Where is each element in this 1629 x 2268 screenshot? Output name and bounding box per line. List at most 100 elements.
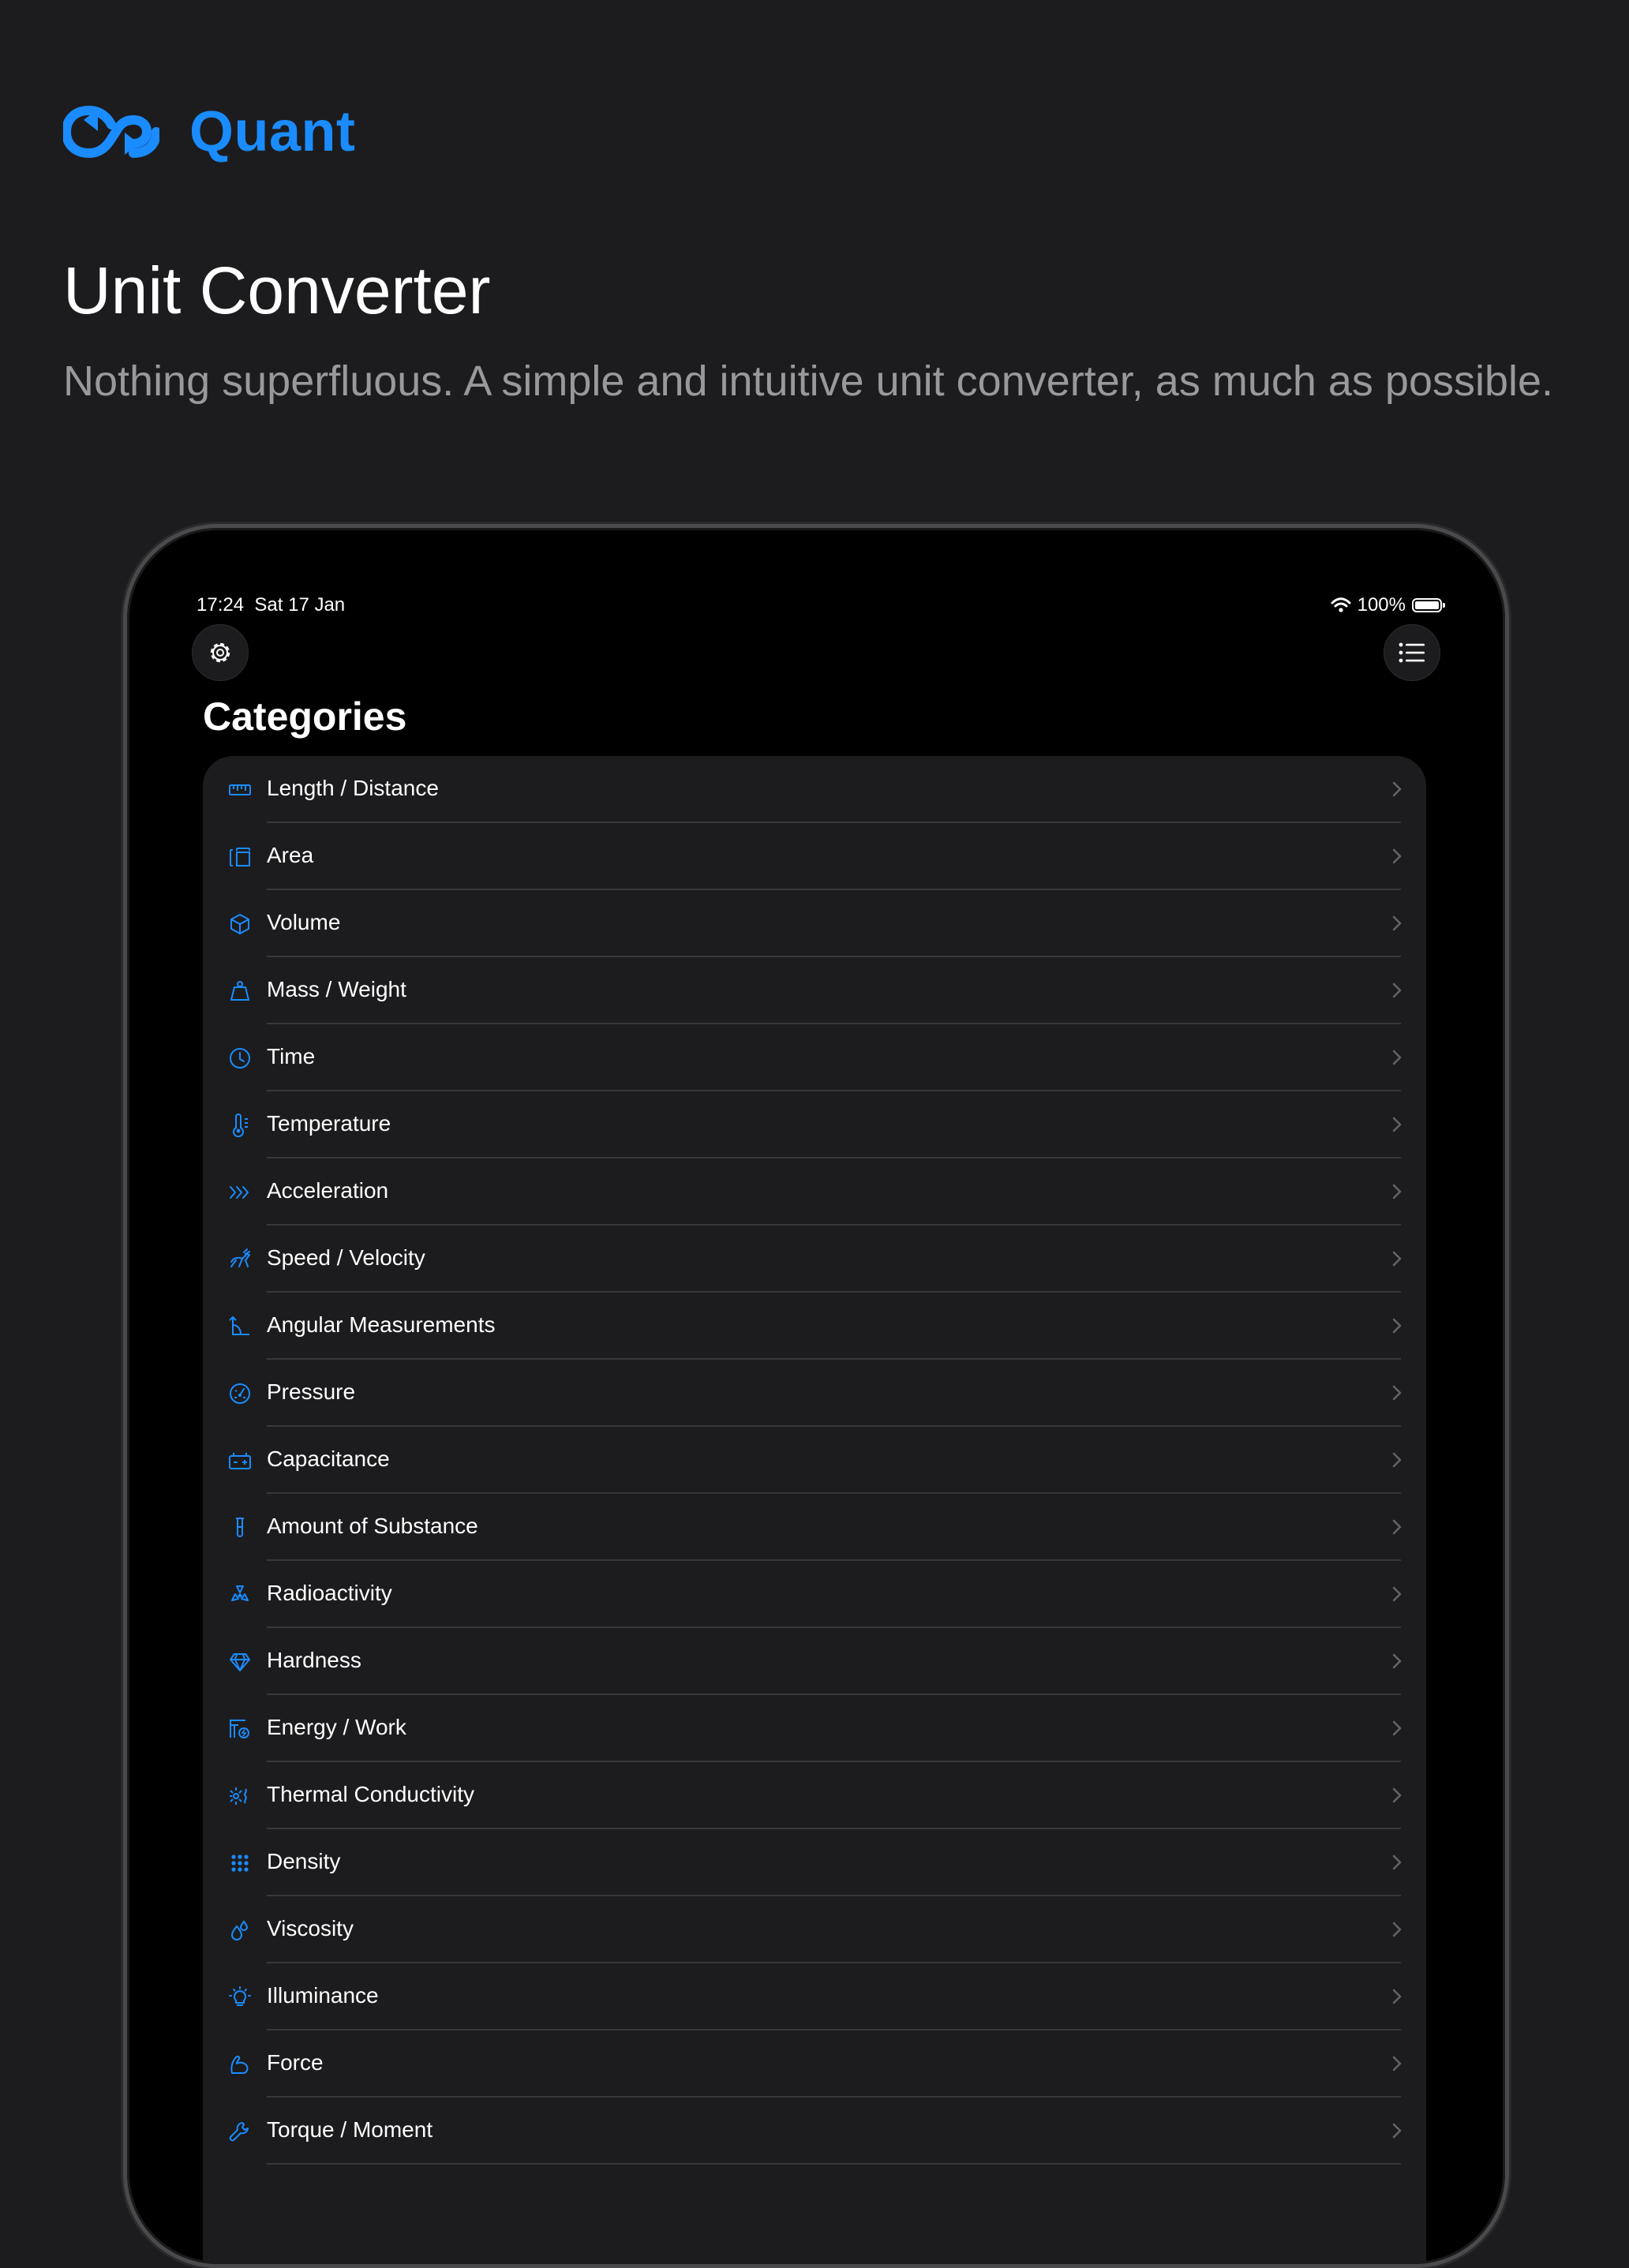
category-row[interactable]: Hardness [203, 1628, 1426, 1695]
energy-icon [230, 1720, 249, 1738]
category-row[interactable]: Energy / Work [203, 1695, 1426, 1762]
category-row[interactable]: Density [203, 1829, 1426, 1896]
chevron-right-icon [1392, 1519, 1402, 1535]
category-row[interactable]: Capacitance [203, 1427, 1426, 1494]
page-headline: Unit Converter [63, 253, 491, 327]
chevron-right-icon [1392, 982, 1402, 998]
list-icon [1399, 642, 1425, 663]
category-row[interactable]: Pressure [203, 1360, 1426, 1427]
chevron-right-icon [1392, 1385, 1402, 1401]
row-separator [267, 2163, 1401, 2165]
chevron-right-icon [1392, 1854, 1402, 1870]
chevrons-right-icon [230, 1186, 249, 1199]
thermometer-icon [233, 1113, 248, 1137]
battery-icon [1412, 598, 1445, 612]
gear-icon [210, 642, 230, 663]
category-label: Mass / Weight [267, 977, 406, 1001]
chevron-right-icon [1392, 1720, 1402, 1736]
gazelle-icon [230, 1248, 250, 1267]
category-row[interactable]: Volume [203, 890, 1426, 957]
drops-icon [230, 1920, 249, 1941]
categories-list: Length / Distance Area Volume Mass / Weight… [203, 756, 1426, 2264]
category-label: Torque / Moment [267, 2117, 433, 2142]
ruler-icon [229, 784, 251, 795]
radiation-icon [231, 1585, 249, 1601]
category-row[interactable]: Angular Measurements [203, 1293, 1426, 1360]
category-label: Density [267, 1849, 341, 1873]
category-row[interactable]: Viscosity [203, 1896, 1426, 1963]
test-tube-icon [236, 1518, 244, 1537]
chevron-right-icon [1392, 848, 1402, 864]
chevron-right-icon [1392, 1922, 1402, 1937]
gauge-icon [230, 1383, 250, 1404]
category-row[interactable]: Illuminance [203, 1963, 1426, 2030]
chevron-right-icon [1392, 2056, 1402, 2072]
category-label: Volume [267, 910, 341, 934]
chevron-right-icon [1392, 1586, 1402, 1602]
category-label: Hardness [267, 1648, 361, 1672]
category-row[interactable]: Area [203, 823, 1426, 890]
infinity-arrows-icon [63, 106, 159, 158]
area-icon [230, 848, 250, 866]
chevron-right-icon [1392, 1452, 1402, 1468]
clock-icon [230, 1048, 250, 1069]
diamond-icon [230, 1653, 250, 1671]
muscle-icon [230, 2055, 249, 2074]
battery-block-icon [229, 1453, 251, 1469]
category-label: Capacitance [267, 1447, 390, 1471]
category-label: Time [267, 1044, 316, 1069]
category-label: Energy / Work [267, 1715, 406, 1739]
category-row[interactable]: Thermal Conductivity [203, 1762, 1426, 1829]
category-label: Amount of Substance [267, 1514, 478, 1538]
category-label: Pressure [267, 1379, 356, 1404]
light-bulb-icon [229, 1986, 251, 2006]
heat-waves-icon [230, 1787, 247, 1805]
chevron-right-icon [1392, 1251, 1402, 1267]
cube-icon [230, 914, 249, 934]
categories-title: Categories [203, 694, 407, 739]
chevron-right-icon [1392, 1050, 1402, 1065]
chevron-right-icon [1392, 915, 1402, 931]
scale-weight-icon [230, 981, 249, 1001]
chevron-right-icon [1392, 1117, 1402, 1132]
status-time: 17:24 [197, 594, 245, 616]
category-label: Area [267, 843, 314, 867]
category-row[interactable]: Amount of Substance [203, 1494, 1426, 1561]
wifi-icon [1331, 597, 1351, 612]
chevron-right-icon [1392, 1184, 1402, 1199]
category-label: Viscosity [267, 1916, 354, 1941]
category-row[interactable]: Mass / Weight [203, 957, 1426, 1024]
page-tagline: Nothing superfluous. A simple and intuit… [63, 357, 1554, 405]
category-label: Temperature [267, 1111, 391, 1136]
list-view-button[interactable] [1384, 624, 1440, 681]
angle-icon [229, 1316, 249, 1335]
category-row[interactable]: Force [203, 2030, 1426, 2098]
chevron-right-icon [1392, 781, 1402, 797]
chevron-right-icon [1392, 1318, 1402, 1334]
category-row[interactable]: Length / Distance [203, 756, 1426, 823]
category-label: Thermal Conductivity [267, 1782, 474, 1806]
category-row[interactable]: Time [203, 1024, 1426, 1091]
category-label: Acceleration [267, 1178, 389, 1203]
category-row[interactable]: Torque / Moment [203, 2098, 1426, 2165]
chevron-right-icon [1392, 1787, 1402, 1803]
category-label: Speed / Velocity [267, 1245, 425, 1270]
settings-button[interactable] [192, 624, 249, 681]
category-label: Illuminance [267, 1983, 379, 2008]
category-row[interactable]: Radioactivity [203, 1561, 1426, 1628]
chevron-right-icon [1392, 1989, 1402, 2004]
brand-name: Quant [189, 100, 356, 163]
battery-percent: 100% [1357, 594, 1406, 616]
category-label: Force [267, 2050, 324, 2075]
wrench-icon [229, 2122, 249, 2142]
brand-header: Quant [63, 88, 355, 175]
chevron-right-icon [1392, 2123, 1402, 2139]
category-row[interactable]: Speed / Velocity [203, 1226, 1426, 1293]
dots-grid-icon [231, 1854, 249, 1872]
category-label: Length / Distance [267, 776, 439, 800]
ipad-frame: 17:24 Sat 17 Jan 100% Categories Length … [123, 524, 1509, 2268]
status-bar: 17:24 Sat 17 Jan 100% [197, 594, 1445, 623]
category-row[interactable]: Acceleration [203, 1158, 1426, 1226]
category-label: Radioactivity [267, 1581, 392, 1605]
category-row[interactable]: Temperature [203, 1091, 1426, 1158]
